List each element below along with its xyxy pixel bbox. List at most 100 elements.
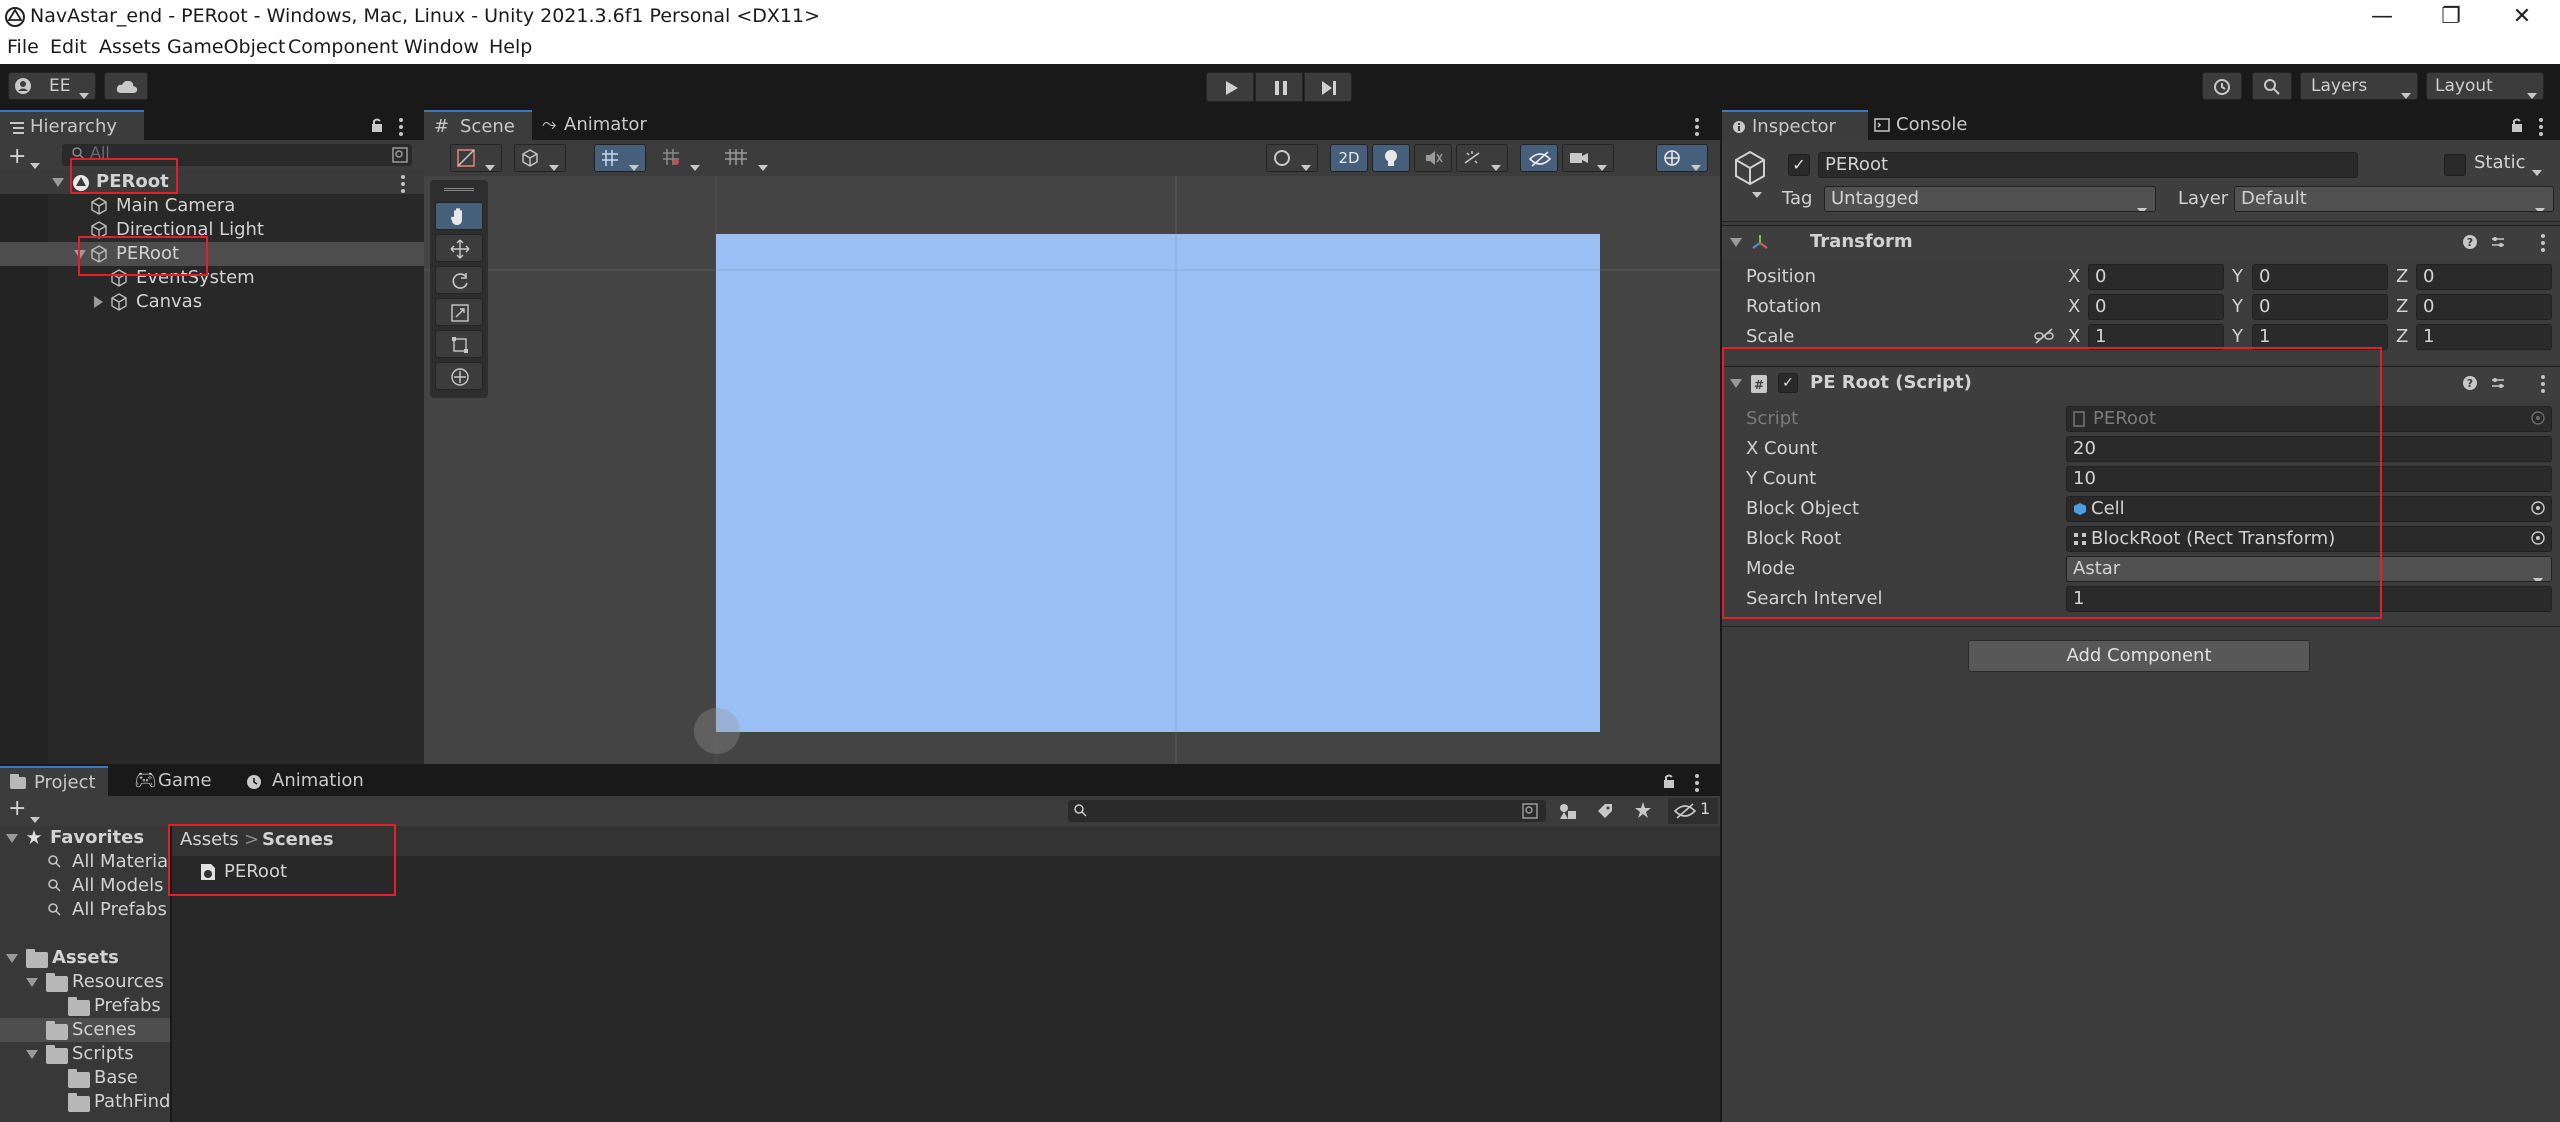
chevron-down-icon[interactable] — [1752, 182, 1762, 203]
scale-z-field[interactable]: 1 — [2416, 324, 2552, 350]
scale-tool-button[interactable] — [435, 298, 483, 326]
tag-dropdown[interactable]: Untagged — [1824, 186, 2156, 212]
menu-edit[interactable]: Edit — [50, 36, 87, 58]
breadcrumb-assets[interactable]: Assets — [180, 829, 239, 850]
scene-menu-icon[interactable] — [1694, 118, 1700, 139]
hidden-packages-toggle[interactable]: 1 — [1668, 798, 1718, 824]
search-interval-field[interactable]: 1 — [2066, 586, 2552, 612]
breadcrumb-scenes[interactable]: Scenes — [262, 829, 334, 850]
add-component-button[interactable]: Add Component — [1968, 640, 2310, 672]
lock-icon[interactable] — [1662, 774, 1676, 788]
layers-dropdown[interactable]: Layers — [2300, 72, 2418, 100]
rotation-y-field[interactable]: 0 — [2252, 294, 2388, 320]
object-picker-icon[interactable] — [2531, 501, 2545, 515]
scale-y-field[interactable]: 1 — [2252, 324, 2388, 350]
collapse-arrow-icon[interactable] — [26, 978, 38, 987]
favorites-row[interactable]: Favorites — [0, 826, 170, 850]
menu-file[interactable]: File — [7, 36, 39, 58]
scale-x-field[interactable]: 1 — [2088, 324, 2224, 350]
lock-icon[interactable] — [2510, 118, 2524, 132]
position-z-field[interactable]: 0 — [2416, 264, 2552, 290]
list-item[interactable]: All Models — [0, 874, 170, 898]
list-item[interactable]: Scripts — [0, 1042, 170, 1066]
scene-file-item[interactable]: PERoot — [198, 860, 398, 884]
project-menu-icon[interactable] — [1694, 774, 1700, 795]
camera-mode-dropdown[interactable] — [1266, 144, 1318, 172]
list-item[interactable]: All Prefabs — [0, 898, 170, 922]
static-checkbox[interactable] — [2444, 154, 2466, 176]
filter-by-type-icon[interactable] — [1558, 802, 1578, 820]
chevron-down-icon[interactable] — [2532, 160, 2542, 181]
position-y-field[interactable]: 0 — [2252, 264, 2388, 290]
tab-animation[interactable]: Animation — [236, 766, 376, 796]
constrain-proportions-icon[interactable] — [2034, 328, 2054, 344]
hand-tool-button[interactable] — [435, 202, 483, 230]
layout-dropdown[interactable]: Layout — [2426, 72, 2544, 100]
object-name-field[interactable]: PERoot — [1818, 152, 2358, 178]
tab-inspector[interactable]: Inspector — [1722, 110, 1868, 140]
audio-toggle[interactable] — [1414, 144, 1452, 172]
list-item[interactable]: Scenes — [0, 1018, 170, 1042]
script-component-header[interactable]: # ✓ PE Root (Script) ? — [1722, 366, 2560, 400]
lock-icon[interactable] — [370, 118, 384, 132]
star-icon[interactable] — [1634, 801, 1652, 819]
rotation-z-field[interactable]: 0 — [2416, 294, 2552, 320]
rotation-x-field[interactable]: 0 — [2088, 294, 2224, 320]
y-count-field[interactable]: 10 — [2066, 466, 2552, 492]
tab-animator[interactable]: ⤳ Animator — [534, 110, 664, 140]
project-search-input[interactable] — [1068, 800, 1546, 822]
scene-viewport[interactable] — [424, 176, 1720, 764]
transform-header[interactable]: Transform ? — [1722, 225, 2560, 259]
scene-menu-icon[interactable] — [400, 175, 406, 196]
position-x-field[interactable]: 0 — [2088, 264, 2224, 290]
list-item[interactable]: Main Camera — [0, 194, 424, 218]
expand-arrow-icon[interactable] — [94, 296, 103, 308]
add-icon[interactable]: + — [8, 144, 26, 169]
menu-window[interactable]: Window — [404, 36, 479, 58]
drag-handle-icon[interactable] — [444, 188, 474, 191]
component-menu-icon[interactable] — [2540, 234, 2546, 255]
undo-history-button[interactable] — [2202, 72, 2242, 100]
block-root-field[interactable]: BlockRoot (Rect Transform) — [2066, 526, 2552, 552]
visibility-toggle[interactable] — [1520, 144, 1558, 172]
tab-console[interactable]: Console — [1870, 110, 2000, 140]
hierarchy-menu-icon[interactable] — [398, 118, 404, 139]
toggle-2d-button[interactable]: 2D — [1330, 144, 1368, 172]
component-menu-icon[interactable] — [2540, 375, 2546, 396]
active-checkbox[interactable]: ✓ — [1788, 154, 1810, 176]
grid-snap-dropdown[interactable] — [594, 144, 646, 172]
move-tool-button[interactable] — [435, 234, 483, 262]
x-count-field[interactable]: 20 — [2066, 436, 2552, 462]
hierarchy-search-input[interactable]: All — [62, 143, 412, 166]
lighting-toggle[interactable] — [1372, 144, 1410, 172]
list-item[interactable]: Base — [0, 1066, 170, 1090]
list-item[interactable]: PERoot — [0, 242, 424, 266]
list-item[interactable]: Prefabs — [0, 994, 170, 1018]
menu-assets[interactable]: Assets — [99, 36, 161, 58]
layer-dropdown[interactable]: Default — [2234, 186, 2554, 212]
component-enabled-checkbox[interactable]: ✓ — [1778, 373, 1798, 393]
step-button[interactable] — [1304, 72, 1352, 102]
scene-row[interactable]: PERoot — [0, 170, 424, 194]
menu-help[interactable]: Help — [489, 36, 532, 58]
play-button[interactable] — [1206, 72, 1254, 102]
chevron-down-icon[interactable] — [30, 807, 40, 828]
list-item[interactable]: All Material — [0, 850, 173, 874]
cloud-button[interactable] — [104, 72, 148, 100]
collapse-arrow-icon[interactable] — [6, 954, 18, 963]
list-item[interactable]: Resources — [0, 970, 170, 994]
rotate-tool-button[interactable] — [435, 266, 483, 294]
collapse-arrow-icon[interactable] — [26, 1050, 38, 1059]
increment-snap-dropdown[interactable] — [656, 144, 708, 172]
list-item[interactable]: PathFind — [0, 1090, 170, 1114]
draw-mode-dropdown[interactable] — [450, 144, 502, 172]
collapse-arrow-icon[interactable] — [6, 834, 18, 843]
collapse-arrow-icon[interactable] — [1730, 238, 1742, 247]
collapse-arrow-icon[interactable] — [52, 178, 64, 187]
tab-game[interactable]: 🎮︎ Game — [124, 766, 220, 796]
search-filter-icon[interactable] — [392, 147, 408, 163]
orientation-gizmo[interactable] — [694, 708, 740, 754]
render-mode-dropdown[interactable] — [514, 144, 566, 172]
list-item[interactable]: Canvas — [0, 290, 424, 314]
filter-by-label-icon[interactable] — [1596, 802, 1614, 820]
